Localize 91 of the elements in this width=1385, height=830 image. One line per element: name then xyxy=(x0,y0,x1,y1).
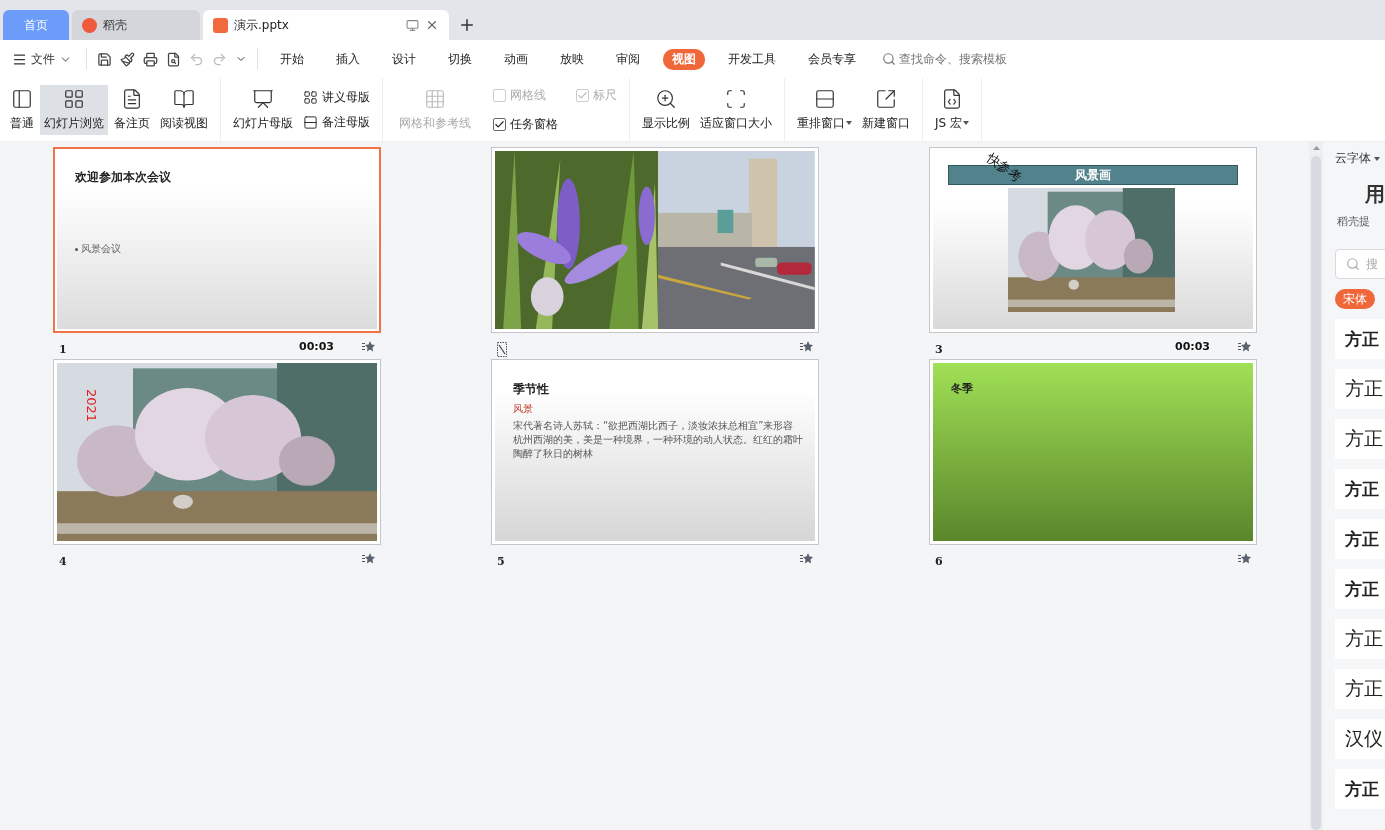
animation-icon[interactable] xyxy=(800,552,813,564)
bullet-icon xyxy=(75,247,78,251)
ribbon-tab[interactable]: 会员专享 xyxy=(799,48,865,70)
slide-thumbnail[interactable]: 冬季 xyxy=(929,359,1257,545)
ribbon-tab[interactable]: 插入 xyxy=(327,48,369,70)
search-icon xyxy=(1346,257,1360,271)
grid-view-icon xyxy=(303,89,318,105)
ribbon-button[interactable]: 普通 xyxy=(6,84,38,135)
ribbon-button[interactable]: 重排窗口 xyxy=(793,84,856,135)
slide-title: 欢迎参加本次会议 xyxy=(75,169,172,186)
ribbon-tab[interactable]: 开始 xyxy=(271,48,313,70)
ribbon-tab[interactable]: 放映 xyxy=(551,48,593,70)
font-card[interactable]: 方正 xyxy=(1335,469,1385,509)
grid-icon xyxy=(423,87,447,110)
document-tab[interactable]: 演示.pptx xyxy=(203,10,449,40)
save-icon[interactable] xyxy=(97,51,112,67)
font-card[interactable]: 方正 xyxy=(1335,569,1385,609)
slide-timing: 00:03 xyxy=(299,339,334,353)
font-card[interactable]: 方正 xyxy=(1335,519,1385,559)
search-icon xyxy=(882,52,896,66)
slide-timing: 00:03 xyxy=(1175,339,1210,353)
ribbon-button[interactable]: 备注页 xyxy=(110,84,154,135)
animation-icon[interactable] xyxy=(1238,552,1251,564)
close-icon[interactable] xyxy=(425,18,439,32)
slide-bullet: 风景会议 xyxy=(81,242,121,256)
ribbon-button[interactable]: 讲义母版 xyxy=(303,88,370,106)
fit-frame-icon xyxy=(724,87,748,110)
slide-wordart: 快参考 xyxy=(982,151,1025,187)
presentation-icon xyxy=(251,87,275,110)
brush-icon[interactable] xyxy=(120,51,135,67)
font-card[interactable]: 汉仪 xyxy=(1335,719,1385,759)
slide-year: 2021 xyxy=(84,389,99,423)
slide-number: 6 xyxy=(935,554,943,568)
option-checkbox[interactable]: 任务窗格 xyxy=(493,115,558,133)
check-icon xyxy=(577,89,588,101)
zoom-icon xyxy=(654,87,678,110)
check-icon xyxy=(494,118,505,130)
ribbon-button[interactable]: 幻灯片母版 xyxy=(229,84,297,135)
menu-icon xyxy=(12,51,27,67)
font-source-dropdown[interactable]: 云字体 xyxy=(1335,150,1385,167)
animation-icon[interactable] xyxy=(362,340,375,352)
slide-thumbnail[interactable]: 欢迎参加本次会议 风景会议 xyxy=(53,147,381,333)
font-card[interactable]: 方正 xyxy=(1335,419,1385,459)
font-card[interactable]: 方正 xyxy=(1335,369,1385,409)
ribbon-tab[interactable]: 审阅 xyxy=(607,48,649,70)
preview-icon[interactable] xyxy=(166,51,181,67)
presentation-file-icon xyxy=(213,17,228,33)
panel-subtitle: 稻壳提 xyxy=(1337,214,1371,229)
ribbon-button[interactable]: JS 宏 xyxy=(931,84,973,135)
font-card[interactable]: 方正 xyxy=(1335,669,1385,709)
slide-body: 宋代著名诗人苏轼：“欲把西湖比西子，淡妆浓抹总相宜”来形容杭州西湖的美，美是一种境界，一种环境的动人状态。红红的霜叶陶醉了秋日的树林 xyxy=(513,419,803,461)
ribbon-button[interactable]: 幻灯片浏览 xyxy=(40,84,108,135)
animation-icon[interactable] xyxy=(1238,340,1251,352)
print-icon[interactable] xyxy=(143,51,158,67)
layout-icon xyxy=(10,87,34,110)
caret-icon xyxy=(1374,156,1380,161)
ribbon-button[interactable]: 阅读视图 xyxy=(156,84,212,135)
ribbon-button[interactable]: 备注母版 xyxy=(303,113,370,131)
ribbon-tab[interactable]: 开发工具 xyxy=(719,48,785,70)
animation-icon[interactable] xyxy=(800,340,813,352)
font-card[interactable]: 方正 xyxy=(1335,769,1385,809)
ribbon-tab[interactable]: 设计 xyxy=(383,48,425,70)
book-icon xyxy=(172,87,196,110)
plus-icon xyxy=(458,16,476,34)
slide-number: 3 xyxy=(935,342,943,356)
flame-logo-icon xyxy=(82,17,97,33)
ribbon-button[interactable]: 适应窗口大小 xyxy=(696,84,776,135)
slide-number: 1 xyxy=(59,342,67,356)
ribbon-tab[interactable]: 切换 xyxy=(439,48,481,70)
rows-icon xyxy=(303,114,318,130)
slide-number: 4 xyxy=(59,554,67,568)
document-tab[interactable]: 稻壳 xyxy=(72,10,200,40)
animation-icon[interactable] xyxy=(362,552,375,564)
slide-thumbnail[interactable] xyxy=(491,147,819,333)
slide-title: 季节性 xyxy=(513,381,550,398)
new-window-icon xyxy=(874,87,898,110)
panel-heading: 用 xyxy=(1365,181,1385,208)
file-menu[interactable]: 文件 xyxy=(12,50,80,68)
ribbon-tab[interactable]: 动画 xyxy=(495,48,537,70)
monitor-icon[interactable] xyxy=(406,18,419,32)
ribbon-button[interactable]: 显示比例 xyxy=(638,84,694,135)
font-card[interactable]: 方正 xyxy=(1335,319,1385,359)
slide-thumbnail[interactable]: 季节性 风景 宋代著名诗人苏轼：“欲把西湖比西子，淡妆浓抹总相宜”来形容杭州西湖的美，美是一种境界，一种环境的动人状态。红红的霜叶陶醉了秋日的树林 xyxy=(491,359,819,545)
slide-subtitle: 风景 xyxy=(513,402,534,416)
grid-view-icon xyxy=(62,87,86,110)
font-card[interactable]: 方正 xyxy=(1335,619,1385,659)
slide-number: 5 xyxy=(497,554,505,568)
command-search-field[interactable]: 查找命令、搜索模板 xyxy=(882,50,1007,68)
slide-title: 冬季 xyxy=(951,381,974,396)
slide-thumbnail[interactable]: 风景画 快参考 xyxy=(929,147,1257,333)
ribbon-button[interactable]: 新建窗口 xyxy=(858,84,914,135)
